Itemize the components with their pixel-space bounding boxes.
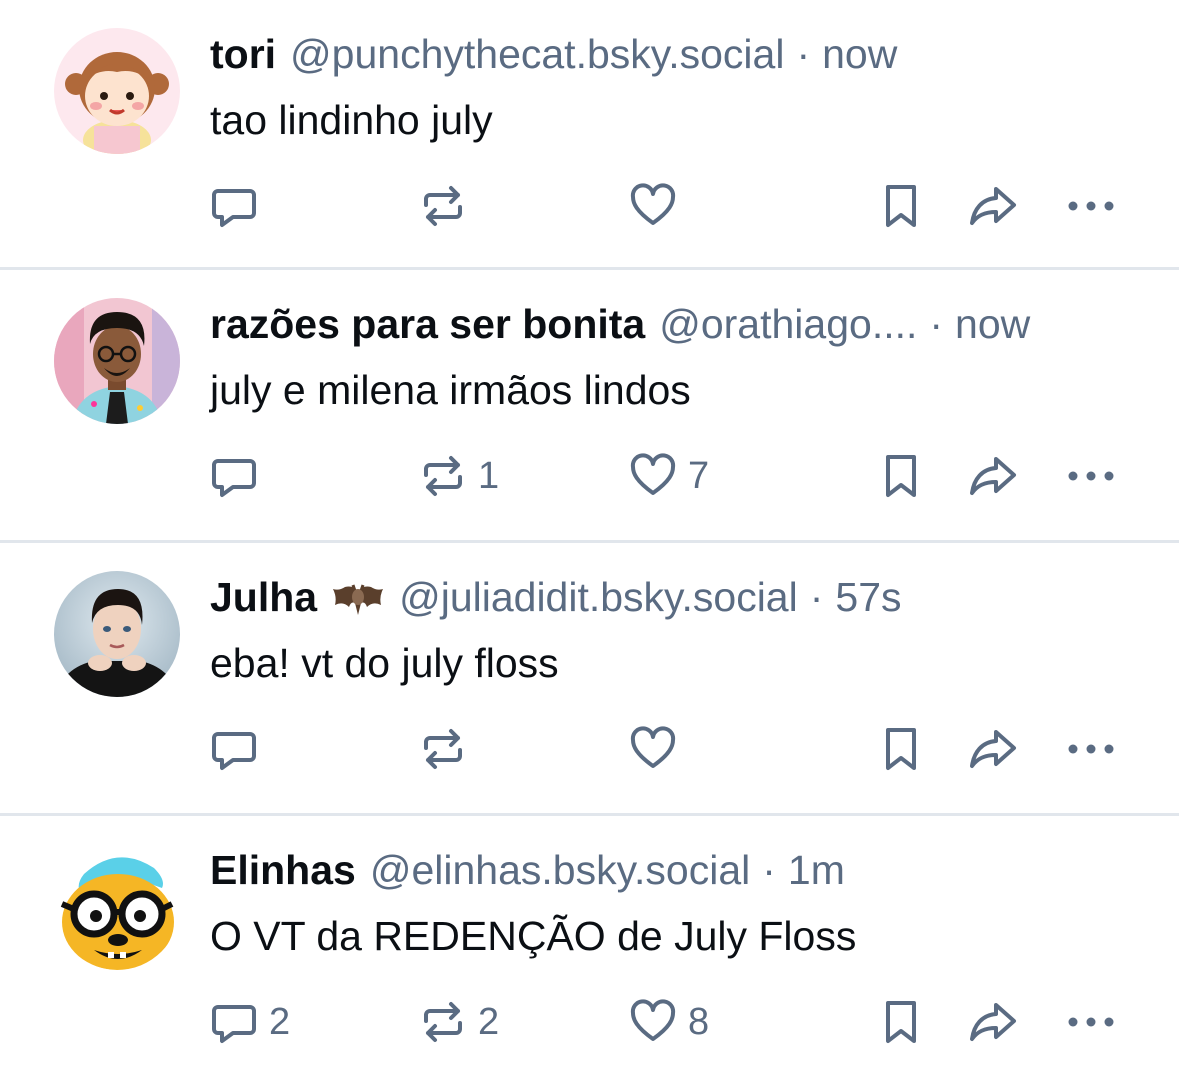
like-button[interactable] <box>628 176 688 236</box>
post[interactable]: tori @punchythecat.bsky.social · now tao… <box>0 0 1179 270</box>
more-button[interactable] <box>1064 719 1118 779</box>
post[interactable]: razões para ser bonita @orathiago.... · … <box>0 270 1179 543</box>
timestamp[interactable]: 57s <box>835 569 901 625</box>
post[interactable]: Elinhas @elinhas.bsky.social · 1m O VT d… <box>0 816 1179 1088</box>
avatar[interactable] <box>54 571 180 697</box>
post-meta: Julha @juliadidit.bsky.social · 57s <box>210 569 1139 625</box>
bookmark-icon <box>886 1001 916 1043</box>
more-button[interactable] <box>1064 176 1118 236</box>
like-count: 7 <box>688 454 710 497</box>
bookmark-button[interactable] <box>876 176 926 236</box>
feed: tori @punchythecat.bsky.social · now tao… <box>0 0 1179 1088</box>
reply-icon <box>212 1005 256 1043</box>
handle[interactable]: @orathiago.... <box>659 296 917 352</box>
separator: · <box>809 574 824 620</box>
repost-icon <box>424 456 462 496</box>
bat-emoji-icon <box>331 575 385 619</box>
avatar[interactable] <box>54 28 180 154</box>
like-button[interactable]: 8 <box>628 992 709 1052</box>
repost-button[interactable]: 2 <box>418 992 499 1052</box>
more-icon <box>1068 744 1114 754</box>
like-button[interactable] <box>628 719 688 779</box>
bookmark-button[interactable] <box>876 719 926 779</box>
separator: · <box>796 31 811 77</box>
reply-icon <box>212 189 256 227</box>
bookmark-icon <box>886 185 916 227</box>
post-meta: Elinhas @elinhas.bsky.social · 1m <box>210 842 1139 898</box>
share-button[interactable] <box>968 446 1018 506</box>
more-icon <box>1068 201 1114 211</box>
more-button[interactable] <box>1064 992 1118 1052</box>
repost-count: 1 <box>478 454 500 497</box>
post-meta: razões para ser bonita @orathiago.... · … <box>210 296 1139 352</box>
handle[interactable]: @juliadidit.bsky.social <box>399 569 798 625</box>
reply-button[interactable] <box>209 719 269 779</box>
handle[interactable]: @punchythecat.bsky.social <box>290 26 784 82</box>
more-button[interactable] <box>1064 446 1118 506</box>
post-text: july e milena irmãos lindos <box>210 367 691 413</box>
repost-icon <box>424 1002 462 1042</box>
reply-button[interactable]: 2 <box>209 992 290 1052</box>
heart-icon <box>630 453 676 495</box>
repost-button[interactable] <box>418 176 478 236</box>
display-name[interactable]: Julha <box>210 569 317 625</box>
repost-icon <box>424 186 462 226</box>
share-button[interactable] <box>968 992 1018 1052</box>
reply-icon <box>212 459 256 497</box>
separator: · <box>762 847 776 893</box>
timestamp[interactable]: now <box>822 26 897 82</box>
reply-button[interactable] <box>209 446 269 506</box>
post-text: O VT da REDENÇÃO de July Floss <box>210 913 857 959</box>
cartoon-girl-avatar-icon <box>54 28 180 154</box>
post-meta: tori @punchythecat.bsky.social · now <box>210 26 1139 82</box>
share-icon <box>970 730 1016 768</box>
heart-icon <box>630 183 676 225</box>
heart-icon <box>630 999 676 1041</box>
post-text: tao lindinho july <box>210 97 493 143</box>
bookmark-icon <box>886 728 916 770</box>
timestamp[interactable]: now <box>955 296 1030 352</box>
separator: · <box>929 301 944 347</box>
share-icon <box>970 1003 1016 1041</box>
bookmark-button[interactable] <box>876 446 926 506</box>
display-name[interactable]: tori <box>210 26 276 82</box>
bookmark-button[interactable] <box>876 992 926 1052</box>
bookmark-icon <box>886 455 916 497</box>
post-actions: 2 2 8 <box>0 992 1179 1052</box>
share-button[interactable] <box>968 176 1018 236</box>
reply-count: 2 <box>269 1000 291 1043</box>
avatar[interactable] <box>54 298 180 424</box>
repost-button[interactable]: 1 <box>418 446 499 506</box>
reply-button[interactable] <box>209 176 269 236</box>
display-name[interactable]: razões para ser bonita <box>210 296 645 352</box>
man-dark-hair-avatar-icon <box>54 571 180 697</box>
cartoon-dog-glasses-avatar-icon <box>54 844 180 970</box>
timestamp[interactable]: 1m <box>788 842 845 898</box>
post[interactable]: Julha @juliadidit.bsky.social · 57s eba!… <box>0 543 1179 816</box>
post-text: eba! vt do july floss <box>210 640 559 686</box>
share-button[interactable] <box>968 719 1018 779</box>
display-name[interactable]: Elinhas <box>210 842 356 898</box>
share-icon <box>970 457 1016 495</box>
post-actions <box>0 176 1179 236</box>
repost-count: 2 <box>478 1000 500 1043</box>
post-actions <box>0 719 1179 779</box>
heart-icon <box>630 726 676 768</box>
avatar[interactable] <box>54 844 180 970</box>
repost-button[interactable] <box>418 719 478 779</box>
share-icon <box>970 187 1016 225</box>
post-actions: 1 7 <box>0 446 1179 506</box>
repost-icon <box>424 729 462 769</box>
handle[interactable]: @elinhas.bsky.social <box>370 842 750 898</box>
like-count: 8 <box>688 1000 710 1043</box>
more-icon <box>1068 1017 1114 1027</box>
man-with-glasses-avatar-icon <box>54 298 180 424</box>
like-button[interactable]: 7 <box>628 446 709 506</box>
reply-icon <box>212 732 256 770</box>
more-icon <box>1068 471 1114 481</box>
